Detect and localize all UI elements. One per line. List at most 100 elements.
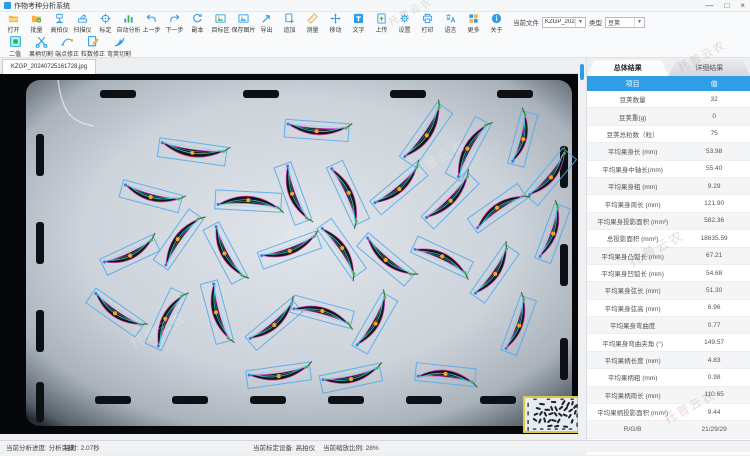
- toolbar-button-scanner[interactable]: 扫描仪: [71, 13, 94, 34]
- result-item-value: 21/29/29: [678, 421, 750, 437]
- toolbar-button-calibrate[interactable]: 标定: [94, 13, 117, 34]
- result-item-value: 110.65: [678, 387, 750, 403]
- toolbar-button-save-image[interactable]: 保存图片: [232, 13, 255, 34]
- result-row: 总投影面积 (mm²)18635.59: [587, 230, 750, 247]
- result-item-label: 平均果身弦长 (mm): [587, 282, 678, 298]
- chevron-down-icon: ▼: [575, 18, 585, 27]
- about-info-icon: [491, 13, 502, 24]
- upload-icon: [376, 13, 387, 24]
- export-icon: [261, 13, 272, 24]
- result-row: 平均果身弯曲夹角 (°)149.57: [587, 334, 750, 351]
- endpoint-fix-icon: [61, 35, 74, 48]
- result-item-label: 平均果身粗 (mm): [587, 178, 678, 194]
- result-row: 平均果身中轴长(mm)55.40: [587, 161, 750, 178]
- toolbar-button-label: 打开: [7, 25, 19, 34]
- auto-analysis-chart-icon: [123, 13, 134, 24]
- toolbar-button-label: 目标区: [211, 25, 229, 34]
- document-tab[interactable]: KZGP_20240725161728.jpg: [2, 59, 96, 74]
- toolbar-button-label: 副本: [191, 25, 203, 34]
- panel-splitter[interactable]: [578, 58, 586, 440]
- result-item-value: 6.96: [678, 300, 750, 316]
- results-panel: 总体结果 详细结果 项目 值 豆荚数量32豆荚重(g)0豆荚总粒数（粒）75平均…: [586, 58, 750, 440]
- result-row: R/G/B21/29/29: [587, 421, 750, 438]
- result-item-label: 平均果身弯曲度: [587, 317, 678, 333]
- result-row: 豆荚数量32: [587, 91, 750, 108]
- toolbar-button-export[interactable]: 导出: [255, 13, 278, 34]
- result-row: 平均果柄粗 (mm)0.98: [587, 369, 750, 386]
- toolbar-button-settings[interactable]: 设置: [393, 13, 416, 34]
- result-row: 平均果身周长 (mm)121.90: [587, 195, 750, 212]
- toolbar-button-append[interactable]: 追加: [278, 13, 301, 34]
- type-value: 豆荚: [606, 18, 634, 27]
- toolbar-button-more[interactable]: 更多: [462, 13, 485, 34]
- result-row: 平均果柄长度 (mm)4.83: [587, 352, 750, 369]
- toolbar-button-print[interactable]: 打印: [416, 13, 439, 34]
- panel-collapse-handle[interactable]: [580, 64, 584, 80]
- toolbar-button-label: 移动: [329, 25, 341, 34]
- toolbar-button-auto-analyze[interactable]: 自动分析: [117, 13, 140, 34]
- minimap[interactable]: [524, 397, 578, 432]
- toolbar-button-label: 导出: [260, 25, 272, 34]
- tab-detailed-results[interactable]: 详细结果: [669, 60, 750, 76]
- main-toolbar-items: 打开批量高拍仪扫描仪标定自动分析上一步下一步副本目标区保存图片导出追加测量移动文…: [2, 13, 508, 34]
- toolbar-button-upload[interactable]: 上传: [370, 13, 393, 34]
- result-row: 平均果身弯曲度0.77: [587, 317, 750, 334]
- minimize-button[interactable]: —: [705, 0, 713, 12]
- toolbar-button-open[interactable]: 打开: [2, 13, 25, 34]
- toolbar-button-language[interactable]: 语言: [439, 13, 462, 34]
- toolbar-button-measure[interactable]: 测量: [301, 13, 324, 34]
- result-item-label: 平均果身周长 (mm): [587, 195, 678, 211]
- result-item-label: 平均果柄粗 (mm): [587, 369, 678, 385]
- toolbar-button-prev-step[interactable]: 上一步: [140, 13, 163, 34]
- redo-arrow-icon: [169, 13, 180, 24]
- result-item-label: 豆荚重(g): [587, 108, 678, 124]
- result-item-value: 0.77: [678, 317, 750, 333]
- result-item-label: 总投影面积 (mm²): [587, 230, 678, 246]
- target-region-icon: [215, 13, 226, 24]
- result-item-label: 平均果身长 (mm): [587, 143, 678, 159]
- title-bar: 作物考种分析系统: [0, 0, 750, 12]
- result-item-label: 平均果身弯曲夹角 (°): [587, 334, 678, 350]
- result-row: 平均果身凹弧长 (mm)54.68: [587, 265, 750, 282]
- duplicate-refresh-icon: [192, 13, 203, 24]
- app-logo-icon: [4, 2, 11, 9]
- type-select[interactable]: 豆荚 ▼: [605, 17, 645, 28]
- close-button[interactable]: ×: [740, 0, 745, 12]
- toolbar-button-doc-camera[interactable]: 高拍仪: [48, 13, 71, 34]
- toolbar-button-text[interactable]: 文字: [347, 13, 370, 34]
- toolbar-button-label: 更多: [467, 25, 479, 34]
- result-row: 平均果身长 (mm)53.98: [587, 143, 750, 160]
- toolbar-button-stem-cut[interactable]: 果柄切割: [28, 35, 54, 57]
- result-item-value: 54.68: [678, 265, 750, 281]
- toolbar-button-bent-pod-cut[interactable]: 弯荚切割: [106, 35, 132, 57]
- toolbar-button-count-fix[interactable]: 粒数修正: [80, 35, 106, 57]
- toolbar-button-label: 端点修正: [55, 49, 79, 58]
- image-canvas[interactable]: [0, 74, 578, 434]
- calibration-target-icon: [100, 13, 111, 24]
- results-table-header: 项目 值: [587, 76, 750, 91]
- result-item-value: 53.98: [678, 143, 750, 159]
- toolbar-button-about[interactable]: 关于: [485, 13, 508, 34]
- toolbar-button-batch[interactable]: 批量: [25, 13, 48, 34]
- result-row: 豆荚重(g)0: [587, 108, 750, 125]
- toolbar-button-label: 二值: [9, 49, 21, 58]
- toolbar-button-endpoint-fix[interactable]: 端点修正: [54, 35, 80, 57]
- current-file-select[interactable]: KZGP_202407 ▼: [542, 17, 586, 28]
- result-row: 平均果身投影面积 (mm²)582.36: [587, 213, 750, 230]
- toolbar-button-label: 粒数修正: [81, 49, 105, 58]
- edit-toolbar: 二值果柄切割端点修正粒数修正弯荚切割: [0, 34, 750, 58]
- result-item-value: 32: [678, 91, 750, 107]
- tab-overall-results[interactable]: 总体结果: [587, 60, 669, 76]
- toolbar-button-move[interactable]: 移动: [324, 13, 347, 34]
- toolbar-button-target-area[interactable]: 目标区: [209, 13, 232, 34]
- column-header-item: 项目: [587, 76, 678, 91]
- text-icon: [353, 13, 364, 24]
- maximize-button[interactable]: □: [724, 0, 729, 12]
- batch-folder-icon: [31, 13, 42, 24]
- language-icon: [445, 13, 456, 24]
- toolbar-button-binary[interactable]: 二值: [2, 35, 28, 57]
- toolbar-button-duplicate[interactable]: 副本: [186, 13, 209, 34]
- toolbar-button-next-step[interactable]: 下一步: [163, 13, 186, 34]
- toolbar-button-label: 保存图片: [232, 25, 256, 34]
- analyzed-image: [0, 74, 578, 434]
